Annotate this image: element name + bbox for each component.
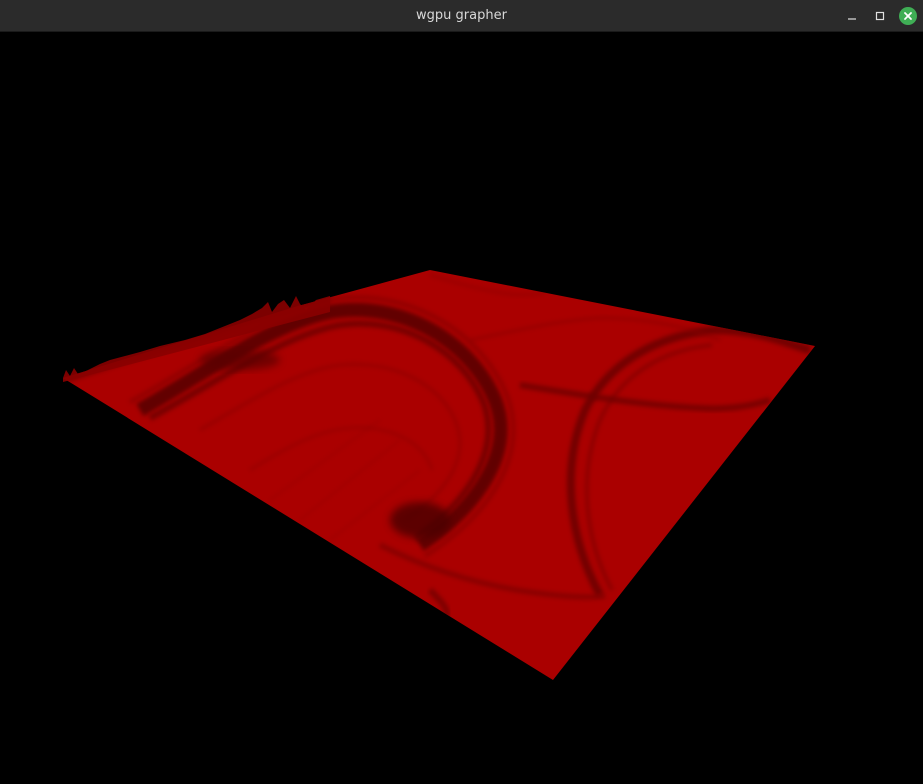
close-button[interactable]	[899, 7, 917, 25]
maximize-button[interactable]	[871, 7, 889, 25]
maximize-icon	[875, 11, 885, 21]
surface-plot	[63, 270, 815, 680]
close-icon	[904, 12, 912, 20]
window-title: wgpu grapher	[416, 8, 507, 23]
title-bar[interactable]: wgpu grapher	[0, 0, 923, 32]
minimize-button[interactable]	[843, 7, 861, 25]
app-window: wgpu grapher	[0, 0, 923, 784]
render-canvas[interactable]	[0, 32, 923, 784]
minimize-icon	[848, 18, 856, 20]
window-controls	[843, 0, 917, 32]
